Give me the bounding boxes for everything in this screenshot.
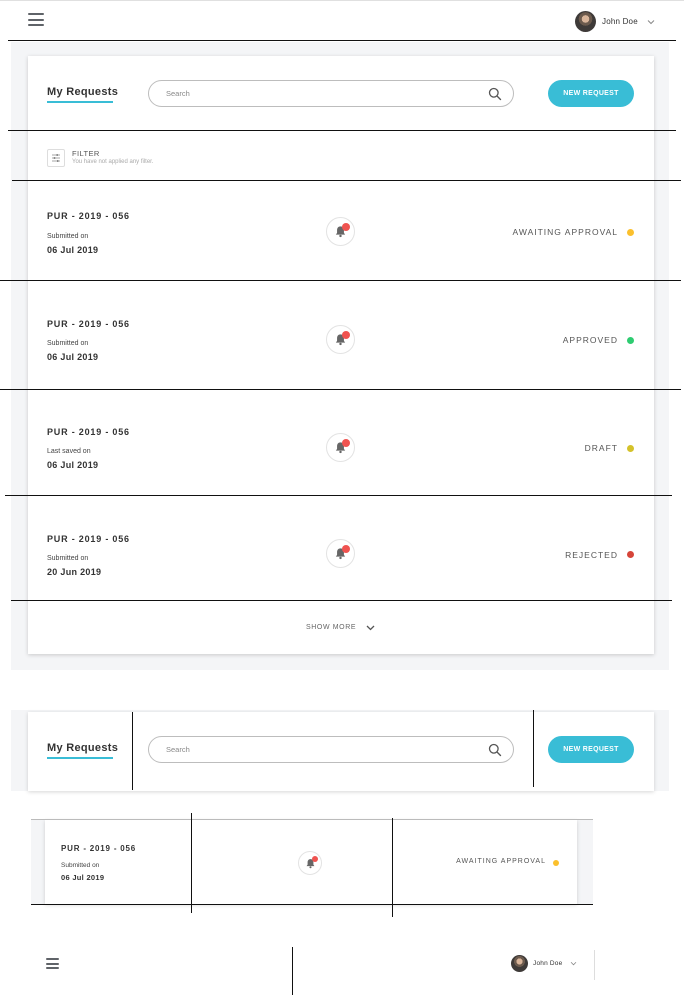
status-dot (627, 229, 634, 236)
show-more-button[interactable]: SHOW MORE (306, 624, 375, 631)
annotation-line (191, 813, 192, 913)
annotation-line (292, 947, 293, 995)
user-name: John Doe (533, 960, 563, 967)
request-id: PUR - 2019 - 056 (61, 844, 137, 853)
request-id: PUR - 2019 - 056 (47, 211, 130, 221)
annotation-line (0, 389, 681, 390)
top-border (0, 0, 684, 1)
status-label: AWAITING APPROVAL (512, 227, 618, 237)
avatar (511, 955, 528, 972)
annotation-line (0, 280, 681, 281)
request-id: PUR - 2019 - 056 (47, 534, 130, 544)
notification-button[interactable] (326, 217, 355, 246)
status-dot (553, 860, 559, 866)
search-icon[interactable] (487, 742, 503, 758)
search-icon[interactable] (487, 86, 503, 102)
request-id: PUR - 2019 - 056 (47, 319, 130, 329)
user-menu[interactable]: John Doe (575, 11, 655, 32)
search-field[interactable] (148, 80, 514, 107)
filter-icon[interactable] (47, 149, 65, 167)
date-label: Submitted on (61, 862, 100, 869)
user-menu[interactable]: John Doe (511, 955, 577, 972)
annotation-line (31, 819, 593, 820)
annotation-line (8, 40, 676, 41)
annotation-line (392, 818, 393, 917)
title-underline (47, 757, 113, 759)
search-input[interactable] (149, 89, 487, 98)
annotation-line (11, 600, 672, 601)
date-label: Submitted on (47, 340, 89, 347)
annotation-line (31, 904, 593, 905)
menu-icon[interactable] (46, 958, 59, 969)
notification-badge (342, 439, 350, 447)
annotation-line (533, 710, 534, 787)
request-date: 06 Jul 2019 (47, 460, 99, 470)
search-input[interactable] (149, 745, 487, 754)
annotation-line (132, 712, 133, 790)
status-label: AWAITING APPROVAL (456, 858, 546, 865)
status-dot (627, 337, 634, 344)
show-more-label: SHOW MORE (306, 624, 357, 631)
status-dot (627, 445, 634, 452)
chevron-down-icon (569, 960, 577, 968)
status-dot (627, 551, 634, 558)
status-label: REJECTED (565, 550, 618, 560)
annotation-line (8, 130, 676, 131)
annotation-line (12, 180, 681, 181)
request-date: 06 Jul 2019 (47, 352, 99, 362)
page-title: My Requests (47, 86, 119, 98)
title-underline (47, 101, 113, 103)
chevron-down-icon (366, 625, 375, 631)
filter-title[interactable]: FILTER (72, 149, 100, 158)
request-date: 06 Jul 2019 (61, 873, 105, 882)
annotation-line (5, 495, 672, 496)
notification-button[interactable] (326, 325, 355, 354)
notification-button[interactable] (298, 851, 322, 875)
avatar (575, 11, 596, 32)
search-field[interactable] (148, 736, 514, 763)
filter-status: You have not applied any filter. (72, 159, 154, 165)
request-date: 20 Jun 2019 (47, 567, 102, 577)
notification-badge (312, 856, 318, 862)
request-id: PUR - 2019 - 056 (47, 427, 130, 437)
date-label: Submitted on (47, 555, 89, 562)
menu-icon[interactable] (28, 13, 44, 26)
annotation-line (594, 950, 595, 980)
notification-badge (342, 223, 350, 231)
date-label: Submitted on (47, 233, 89, 240)
status-label: DRAFT (584, 443, 618, 453)
notification-button[interactable] (326, 433, 355, 462)
date-label: Last saved on (47, 448, 91, 455)
notification-badge (342, 545, 350, 553)
notification-button[interactable] (326, 539, 355, 568)
chevron-down-icon (647, 18, 655, 26)
status-label: APPROVED (562, 335, 618, 345)
request-date: 06 Jul 2019 (47, 245, 99, 255)
page-title: My Requests (47, 742, 119, 754)
user-name: John Doe (602, 17, 638, 26)
notification-badge (342, 331, 350, 339)
new-request-button[interactable]: NEW REQUEST (548, 80, 634, 107)
new-request-button[interactable]: NEW REQUEST (548, 736, 634, 763)
